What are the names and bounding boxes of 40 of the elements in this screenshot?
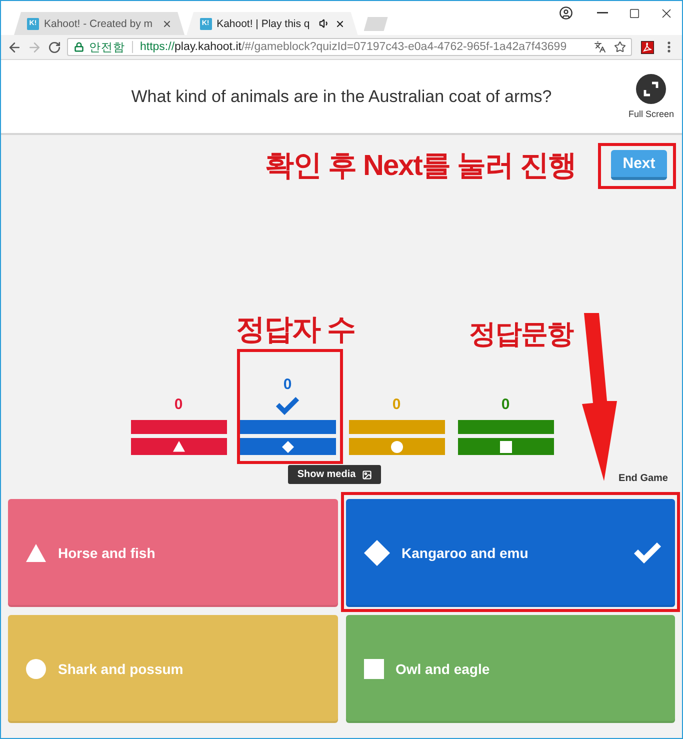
close-icon[interactable]: [334, 18, 345, 28]
answer-count: 0: [174, 397, 183, 412]
diamond-icon: [364, 540, 390, 566]
pdf-icon: [640, 40, 654, 54]
translate-icon[interactable]: [594, 41, 606, 53]
forward-icon: [26, 40, 42, 54]
annotation-text: 정답문항: [469, 318, 573, 351]
question-text: What kind of animals are in the Australian coat of arms?: [131, 86, 552, 106]
answer-count: 0: [283, 377, 292, 392]
triangle-icon: [26, 544, 46, 562]
square-icon: [500, 440, 512, 452]
secure-label: 안전함: [89, 40, 125, 54]
answer-text: Horse and fish: [58, 545, 156, 561]
address-field[interactable]: 안전함 https://play.kahoot.it/#/gameblock?quizId=07197c43-e0a4-4762-965f-1a42a7f43699: [67, 38, 632, 56]
annotation-text: 정답자 수: [236, 313, 356, 348]
reload-icon: [48, 40, 60, 54]
square-icon: [364, 659, 384, 679]
lock-icon: [74, 42, 84, 52]
triangle-icon: [172, 441, 184, 452]
circle-icon: [390, 440, 402, 452]
diamond-icon: [282, 440, 294, 452]
minimize-icon: [596, 12, 608, 14]
star-icon[interactable]: [614, 41, 626, 53]
fullscreen-icon: [636, 74, 666, 104]
user-icon: [559, 6, 573, 20]
answer-text: Owl and eagle: [396, 661, 490, 677]
image-icon: [362, 470, 372, 480]
fullscreen-button[interactable]: Full Screen: [628, 74, 674, 119]
circle-icon: [26, 659, 46, 679]
show-media-button[interactable]: Show media: [288, 465, 381, 484]
back-icon: [6, 40, 22, 54]
answer-count: 0: [392, 397, 401, 412]
end-game-link[interactable]: End Game: [618, 473, 668, 484]
check-icon: [634, 542, 661, 564]
maximize-icon: [628, 8, 640, 18]
answer-text: Shark and possum: [58, 661, 184, 677]
answer-count: 0: [501, 397, 510, 412]
annotation-text: 확인 후 Next를 눌러 진행: [264, 149, 576, 184]
answer-text: Kangaroo and emu: [402, 545, 528, 561]
url-text: https://play.kahoot.it/#/gameblock?quizId=07197c43-e0a4-4762-965f-1a42a7f43699: [140, 41, 567, 53]
